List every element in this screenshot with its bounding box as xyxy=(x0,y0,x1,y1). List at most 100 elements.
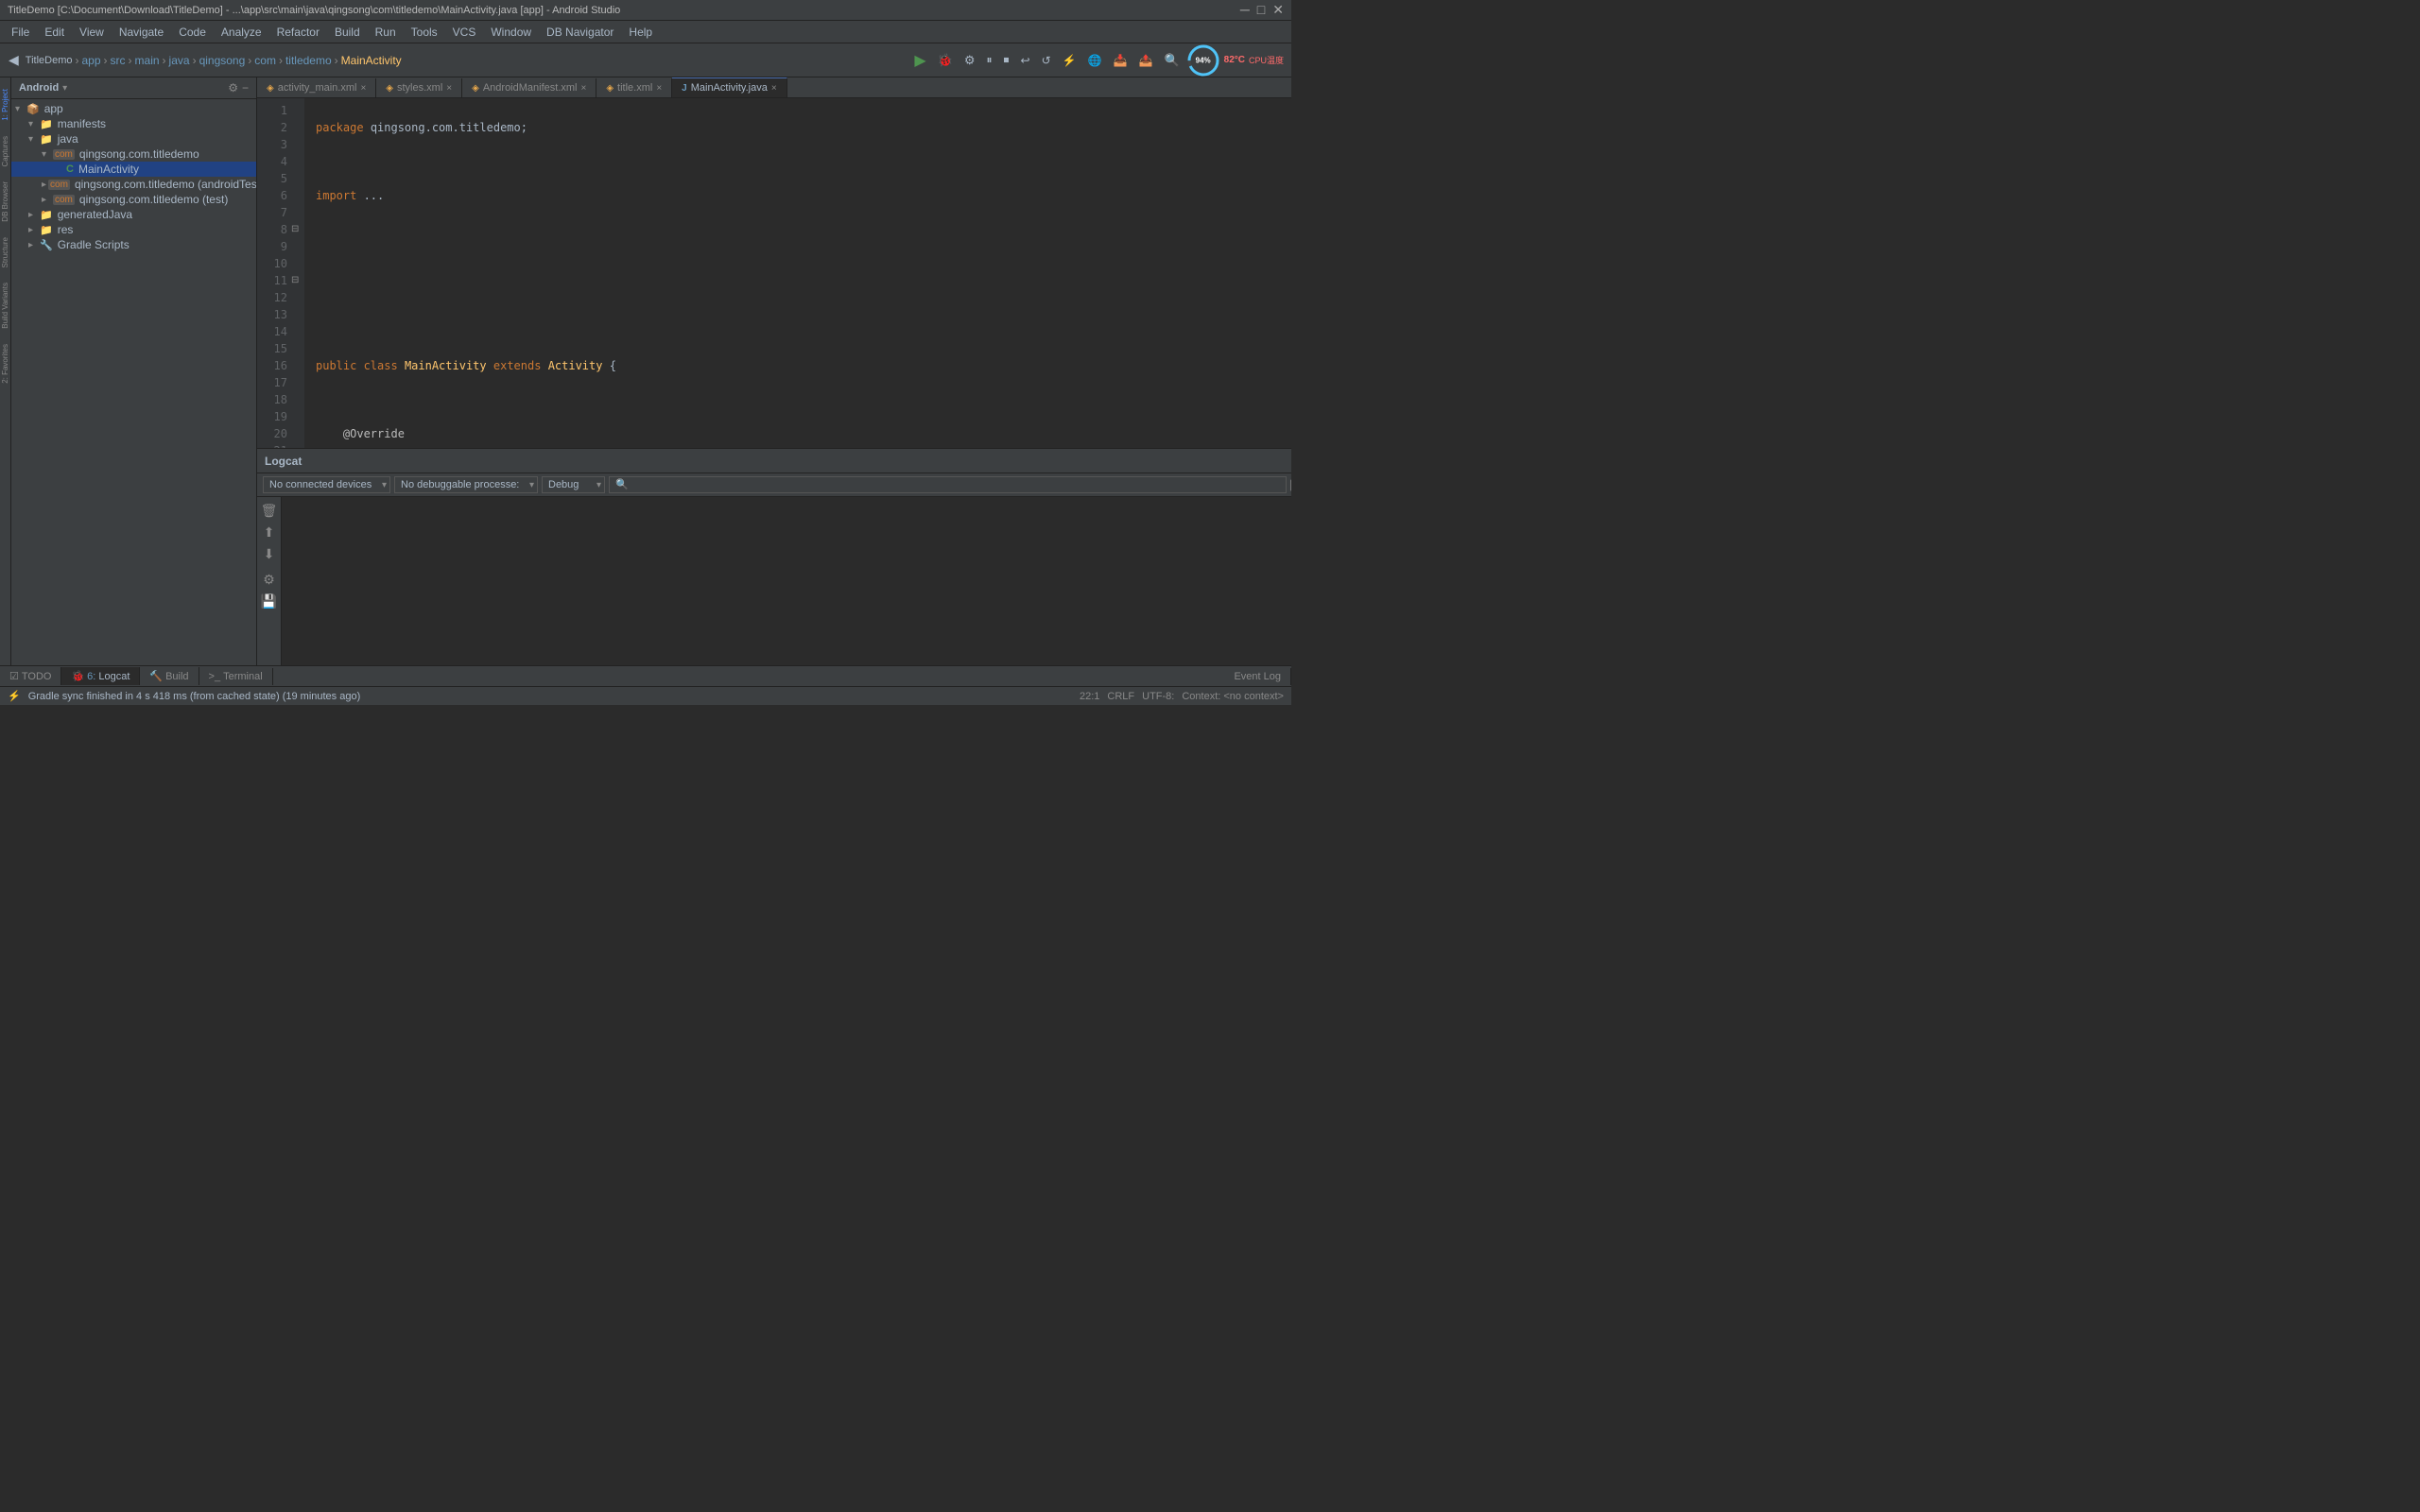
logcat-clear-button[interactable]: 🗑 xyxy=(257,501,281,521)
toolbar-btn-6[interactable]: ⚡ xyxy=(1058,51,1081,70)
tab-title-xml[interactable]: ◈ title.xml × xyxy=(596,78,672,97)
toolbar-btn-7[interactable]: 🌐 xyxy=(1083,51,1107,70)
breadcrumb-com[interactable]: com xyxy=(254,54,276,67)
toolbar-btn-4[interactable]: ↩ xyxy=(1016,51,1035,70)
statusbar: ⚡ Gradle sync finished in 4 s 418 ms (fr… xyxy=(0,686,1291,705)
logcat-content[interactable] xyxy=(282,497,1291,665)
bottom-tab-logcat[interactable]: 🐞 6: Logcat xyxy=(61,667,140,685)
tab-close-styles[interactable]: × xyxy=(446,83,452,94)
menu-db-navigator[interactable]: DB Navigator xyxy=(539,24,621,41)
bottom-tab-build[interactable]: 🔨 Build xyxy=(140,667,199,685)
breadcrumb: TitleDemo › app › src › main › java › qi… xyxy=(26,54,402,67)
menu-window[interactable]: Window xyxy=(483,24,539,41)
tab-close-activity-main[interactable]: × xyxy=(360,83,366,94)
devices-dropdown[interactable]: No connected devices xyxy=(263,476,390,493)
tab-label-styles: styles.xml xyxy=(397,82,442,94)
breadcrumb-app[interactable]: app xyxy=(82,54,101,67)
logcat-download-button[interactable]: ⬇ xyxy=(260,544,279,564)
logcat-save-button[interactable]: 💾 xyxy=(257,592,281,611)
tree-item-res[interactable]: ▸ 📁 res xyxy=(11,222,256,237)
fold-markers: ⊟ ⊟ xyxy=(291,98,304,448)
breadcrumb-main[interactable]: main xyxy=(135,54,160,67)
maximize-button[interactable]: □ xyxy=(1257,2,1265,18)
menu-code[interactable]: Code xyxy=(171,24,214,41)
regex-checkbox[interactable] xyxy=(1290,479,1291,491)
tree-item-java[interactable]: ▾ 📁 java xyxy=(11,131,256,146)
tree-item-package-androidtest[interactable]: ▸ com qingsong.com.titledemo (androidTes… xyxy=(11,177,256,192)
file-encoding[interactable]: UTF-8: xyxy=(1142,691,1174,702)
toolbar-btn-9[interactable]: 📤 xyxy=(1134,51,1158,70)
tab-activity-main-xml[interactable]: ◈ activity_main.xml × xyxy=(257,78,376,97)
toolbar-btn-1[interactable]: ⚙ xyxy=(959,50,980,71)
line-ending[interactable]: CRLF xyxy=(1107,691,1134,702)
package-icon: com xyxy=(53,149,75,160)
arrow-icon: ▸ xyxy=(42,195,51,205)
breadcrumb-qingsong[interactable]: qingsong xyxy=(199,54,246,67)
tab-close-androidmanifest[interactable]: × xyxy=(580,83,586,94)
menu-tools[interactable]: Tools xyxy=(404,24,445,41)
search-toolbar-button[interactable]: 🔍 xyxy=(1159,50,1184,71)
sidebar-item-favorites[interactable]: 2: Favorites xyxy=(0,336,10,391)
menu-vcs[interactable]: VCS xyxy=(445,24,484,41)
close-button[interactable]: ✕ xyxy=(1272,2,1284,18)
window-controls[interactable]: ─ □ ✕ xyxy=(1240,2,1284,18)
minimize-button[interactable]: ─ xyxy=(1240,2,1250,18)
tree-item-mainactivity[interactable]: C MainActivity xyxy=(11,162,256,177)
breadcrumb-java[interactable]: java xyxy=(169,54,190,67)
breadcrumb-titledemo[interactable]: titledemo xyxy=(285,54,332,67)
menu-build[interactable]: Build xyxy=(327,24,368,41)
tree-item-gradle[interactable]: ▸ 🔧 Gradle Scripts xyxy=(11,237,256,252)
tree-item-package-test[interactable]: ▸ com qingsong.com.titledemo (test) xyxy=(11,192,256,207)
cpu-circle: 94% xyxy=(1186,43,1220,77)
context-info: Context: <no context> xyxy=(1182,691,1284,702)
sidebar-item-db-browser[interactable]: DB Browser xyxy=(0,174,10,230)
cursor-position[interactable]: 22:1 xyxy=(1080,691,1099,702)
tree-item-manifests[interactable]: ▾ 📁 manifests xyxy=(11,116,256,131)
tree-item-app[interactable]: ▾ 📦 app xyxy=(11,101,256,116)
tree-label-package-test: qingsong.com.titledemo (test) xyxy=(79,193,228,206)
project-panel-settings[interactable]: ⚙ xyxy=(228,81,238,94)
tab-styles-xml[interactable]: ◈ styles.xml × xyxy=(376,78,462,97)
breadcrumb-mainactivity[interactable]: MainActivity xyxy=(341,54,402,67)
sidebar-item-captures[interactable]: Captures xyxy=(0,129,10,174)
bottom-tab-terminal[interactable]: >_ Terminal xyxy=(199,668,273,685)
tree-item-generatedjava[interactable]: ▸ 📁 generatedJava xyxy=(11,207,256,222)
menu-view[interactable]: View xyxy=(72,24,112,41)
arrow-icon: ▾ xyxy=(15,104,25,114)
menu-navigate[interactable]: Navigate xyxy=(112,24,171,41)
project-panel-dropdown[interactable]: ▾ xyxy=(62,83,67,94)
logcat-search-input[interactable] xyxy=(609,476,1287,493)
menu-edit[interactable]: Edit xyxy=(37,24,72,41)
sidebar-item-structure[interactable]: Structure xyxy=(0,230,10,275)
code-editor[interactable]: package qingsong.com.titledemo; import .… xyxy=(304,98,1291,448)
toolbar-btn-3[interactable]: ⏹ xyxy=(999,50,1014,70)
tab-close-title[interactable]: × xyxy=(656,83,662,94)
loglevel-dropdown[interactable]: Debug Verbose Info Warn Error xyxy=(542,476,605,493)
run-button[interactable]: ▶ xyxy=(909,48,930,73)
tree-item-package-main[interactable]: ▾ com qingsong.com.titledemo xyxy=(11,146,256,162)
project-panel-collapse[interactable]: − xyxy=(242,81,249,94)
toolbar-btn-2[interactable]: ⏸ xyxy=(981,50,996,70)
menu-analyze[interactable]: Analyze xyxy=(214,24,269,41)
sidebar-item-build-variants[interactable]: Build Variants xyxy=(0,275,10,336)
breadcrumb-src[interactable]: src xyxy=(111,54,126,67)
toolbar-btn-8[interactable]: 📥 xyxy=(1109,51,1132,70)
fold-method[interactable]: ⊟ xyxy=(291,272,304,289)
sidebar-item-project[interactable]: 1: Project xyxy=(0,81,10,129)
logcat-upload-button[interactable]: ⬆ xyxy=(260,523,279,542)
process-dropdown[interactable]: No debuggable processe: xyxy=(394,476,538,493)
debug-button[interactable]: 🐞 xyxy=(933,50,958,71)
menu-file[interactable]: File xyxy=(4,24,37,41)
tab-close-mainactivity[interactable]: × xyxy=(771,83,777,94)
toolbar-btn-5[interactable]: ↺ xyxy=(1037,51,1056,70)
tab-mainactivity-java[interactable]: J MainActivity.java × xyxy=(672,77,787,97)
menu-run[interactable]: Run xyxy=(368,24,404,41)
toolbar-back-button[interactable]: ◀ xyxy=(4,49,24,71)
bottom-tab-todo[interactable]: ☑ TODO xyxy=(0,667,61,685)
bottom-tab-event-log[interactable]: Event Log xyxy=(1224,668,1291,685)
menu-refactor[interactable]: Refactor xyxy=(269,24,327,41)
logcat-wrap-button[interactable]: ⚙ xyxy=(259,570,279,590)
tab-androidmanifest-xml[interactable]: ◈ AndroidManifest.xml × xyxy=(462,78,596,97)
menu-help[interactable]: Help xyxy=(621,24,660,41)
fold-class[interactable]: ⊟ xyxy=(291,221,304,238)
